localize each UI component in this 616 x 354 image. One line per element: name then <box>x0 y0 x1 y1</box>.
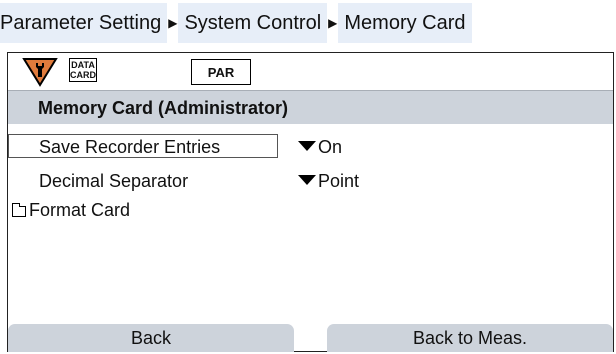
folder-icon <box>12 203 26 217</box>
datacard-icon: DATA CARD <box>69 58 97 82</box>
triangle-right-icon: ▶ <box>168 16 178 30</box>
chevron-down-icon <box>298 141 316 152</box>
chevron-down-icon <box>298 175 316 186</box>
breadcrumb: Parameter Setting ▶ System Control ▶ Mem… <box>0 0 616 46</box>
status-bar: DATA CARD PAR <box>8 53 613 90</box>
mode-indicator: PAR <box>191 59 251 85</box>
triangle-right-icon: ▶ <box>328 16 338 30</box>
menu-item-value[interactable]: On <box>298 134 342 160</box>
breadcrumb-memory-card: Memory Card <box>338 3 472 43</box>
back-button[interactable]: Back <box>8 324 294 352</box>
breadcrumb-parameter-setting[interactable]: Parameter Setting <box>0 3 168 43</box>
menu-item-save-recorder-entries[interactable]: Save Recorder Entries On <box>8 134 613 160</box>
menu-item-value[interactable]: Point <box>298 168 359 194</box>
breadcrumb-system-control[interactable]: System Control <box>178 3 328 43</box>
device-screen: DATA CARD PAR Memory Card (Administrator… <box>7 52 614 352</box>
menu-item-decimal-separator[interactable]: Decimal Separator Point <box>8 168 613 194</box>
wrench-warning-icon <box>22 58 58 87</box>
menu-item-label: Decimal Separator <box>39 171 189 191</box>
page-title: Memory Card (Administrator) <box>8 90 613 124</box>
menu-item-format-card[interactable]: Format Card <box>8 197 613 223</box>
menu-item-label: Format Card <box>8 197 130 223</box>
back-to-meas-button[interactable]: Back to Meas. <box>327 324 613 352</box>
menu-item-label: Save Recorder Entries <box>8 134 278 158</box>
